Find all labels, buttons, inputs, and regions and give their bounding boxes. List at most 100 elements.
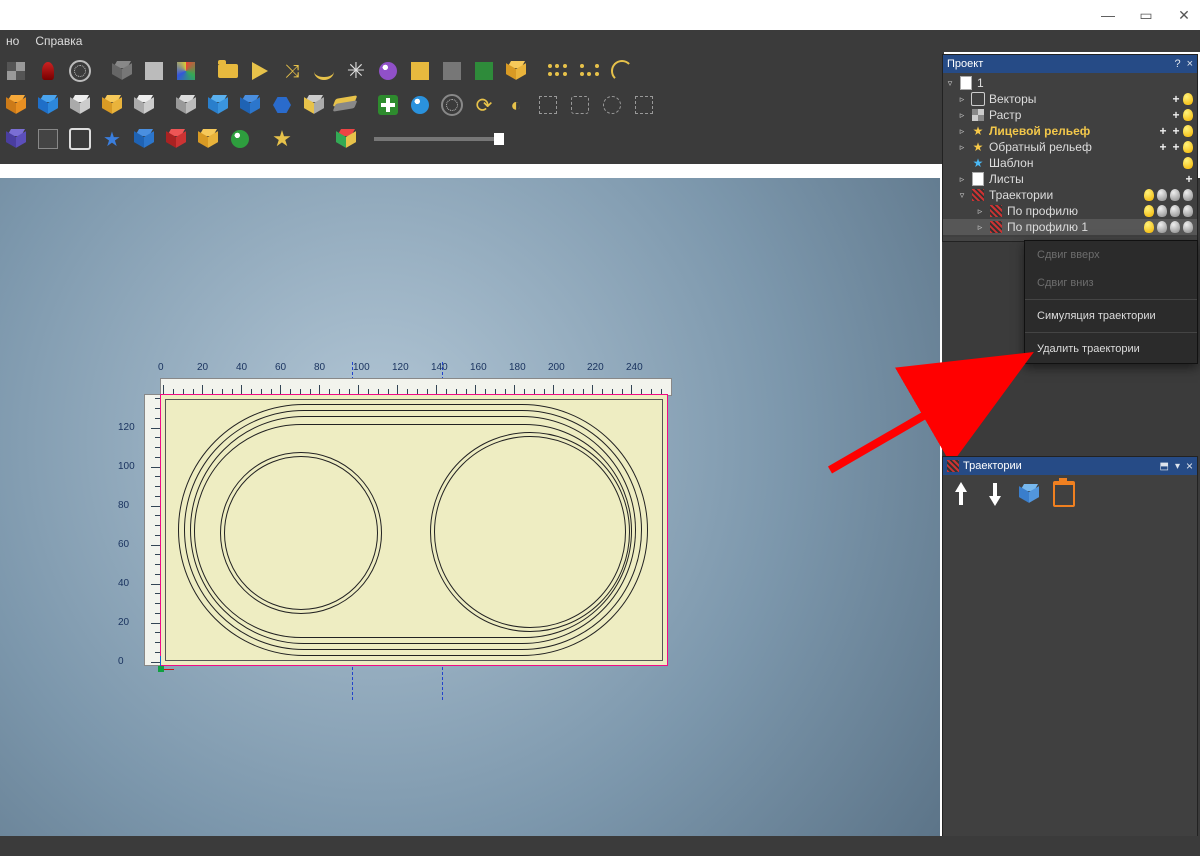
close-icon[interactable]: × — [1186, 459, 1193, 473]
tb-star-blue-icon[interactable]: ★ — [98, 125, 126, 153]
tree-item[interactable]: ▹По профилю 1 — [943, 219, 1197, 235]
tb-dots-2-icon[interactable] — [576, 57, 604, 85]
tree-tail-bulb-icon[interactable] — [1183, 141, 1195, 153]
tb-cube2-icon[interactable] — [34, 91, 62, 119]
menu-item[interactable]: но — [6, 34, 19, 48]
ctx-delete[interactable]: Удалить траектории — [1025, 335, 1197, 363]
tb-cube5-icon[interactable] — [130, 91, 158, 119]
tree-tail-bulb-icon[interactable] — [1183, 157, 1195, 169]
tb-add-icon[interactable] — [374, 91, 402, 119]
tb-burst-icon[interactable]: ✳ — [342, 57, 370, 85]
tree-tail-bulb-icon[interactable] — [1144, 205, 1156, 217]
tb-diamond-icon[interactable] — [502, 57, 530, 85]
tb-folder-icon[interactable] — [214, 57, 242, 85]
tree-item[interactable]: ▹★Обратный рельеф++ — [943, 139, 1197, 155]
move-down-button[interactable] — [985, 482, 1005, 506]
tb-disc-blue-icon[interactable] — [406, 91, 434, 119]
tb-hex-icon[interactable] — [268, 91, 296, 119]
tb-cube7-icon[interactable] — [204, 91, 232, 119]
tree-tail-plus-icon[interactable]: + — [1170, 141, 1182, 153]
tb-sel2-icon[interactable] — [566, 91, 594, 119]
tb-dots-1-icon[interactable] — [544, 57, 572, 85]
tb-cube1-icon[interactable] — [2, 91, 30, 119]
tb-disc-green-icon[interactable] — [226, 125, 254, 153]
help-icon[interactable]: ? — [1174, 58, 1180, 70]
tree-tail-plus-icon[interactable]: + — [1170, 109, 1182, 121]
tree-tail-gray-icon[interactable] — [1183, 205, 1195, 217]
tree-tail-plus-icon[interactable]: + — [1157, 125, 1169, 137]
tree-tail-bulb-icon[interactable] — [1183, 125, 1195, 137]
tb-view3-icon[interactable] — [66, 125, 94, 153]
tb-target-icon[interactable] — [438, 91, 466, 119]
tb-brush-icon[interactable] — [108, 57, 136, 85]
tb-cube8-icon[interactable] — [236, 91, 264, 119]
tb-disc-purple-icon[interactable] — [374, 57, 402, 85]
tb-stack-icon[interactable] — [332, 91, 360, 119]
tb-lights-icon[interactable] — [66, 57, 94, 85]
tree-tail-gray-icon[interactable] — [1183, 221, 1195, 233]
tree-item[interactable]: ▹По профилю — [943, 203, 1197, 219]
tb-color-icon[interactable] — [172, 57, 200, 85]
tree-tail-bulb-icon[interactable] — [1144, 189, 1156, 201]
tree-item[interactable]: ▿Траектории — [943, 187, 1197, 203]
tb-layer-red-icon[interactable] — [162, 125, 190, 153]
tb-grid-icon[interactable] — [2, 57, 30, 85]
tb-sel4-icon[interactable] — [630, 91, 658, 119]
tb-view2-icon[interactable] — [34, 125, 62, 153]
ctx-simulate[interactable]: Симуляция траектории — [1025, 302, 1197, 330]
win-minimize-icon[interactable]: — — [1098, 7, 1118, 23]
tb-play-icon[interactable] — [246, 57, 274, 85]
tree-item[interactable]: ▹Листы+ — [943, 171, 1197, 187]
tree-tail-bulb-icon[interactable] — [1144, 221, 1156, 233]
tb-cube-multi-icon[interactable] — [332, 125, 360, 153]
tb-cube4-icon[interactable] — [98, 91, 126, 119]
tb-tile-green-icon[interactable] — [470, 57, 498, 85]
tb-sel1-icon[interactable] — [534, 91, 562, 119]
tree-tail-gray-icon[interactable] — [1157, 221, 1169, 233]
tree-tail-bulb-icon[interactable] — [1183, 109, 1195, 121]
tb-tri-icon[interactable] — [300, 125, 328, 153]
tb-sparkle-icon[interactable]: ⤨ — [278, 57, 306, 85]
project-panel-header[interactable]: Проект ?× — [943, 55, 1197, 73]
tree-item[interactable]: ▹Векторы+ — [943, 91, 1197, 107]
tb-sel3-icon[interactable] — [598, 91, 626, 119]
win-close-icon[interactable]: ✕ — [1174, 7, 1194, 24]
tb-cube10-icon[interactable] — [300, 91, 328, 119]
tb-layer-gold-icon[interactable] — [194, 125, 222, 153]
tb-lamp-icon[interactable] — [34, 57, 62, 85]
simulate-icon[interactable] — [1019, 484, 1039, 504]
collapse-icon[interactable]: ▾ — [1175, 461, 1180, 472]
tb-layer-blue-icon[interactable] — [130, 125, 158, 153]
tb-tile-icon[interactable] — [406, 57, 434, 85]
tb-view1-icon[interactable] — [2, 125, 30, 153]
tree-tail-plus-icon[interactable]: + — [1183, 173, 1195, 185]
tb-square-icon[interactable] — [140, 57, 168, 85]
tree-tail-plus-icon[interactable]: + — [1157, 141, 1169, 153]
tb-maze-icon[interactable] — [438, 57, 466, 85]
tree-tail-gray-icon[interactable] — [1183, 189, 1195, 201]
tb-cube3-icon[interactable] — [66, 91, 94, 119]
tb-cube6-icon[interactable] — [172, 91, 200, 119]
trajectories-panel-header[interactable]: Траектории ⬒ ▾ × — [943, 457, 1197, 475]
tree-tail-gray-icon[interactable] — [1157, 189, 1169, 201]
tb-dots-3-icon[interactable] — [608, 57, 636, 85]
tb-flip-icon[interactable]: ⟳ — [470, 91, 498, 119]
tree-tail-gray-icon[interactable] — [1170, 221, 1182, 233]
tree-tail-gray-icon[interactable] — [1170, 205, 1182, 217]
zoom-slider[interactable] — [374, 137, 504, 141]
tree-item[interactable]: ▹★Лицевой рельеф++ — [943, 123, 1197, 139]
tree-item[interactable]: ▹Растр+ — [943, 107, 1197, 123]
tree-tail-bulb-icon[interactable] — [1183, 93, 1195, 105]
tb-star-gold-icon[interactable]: ★ — [268, 125, 296, 153]
tree-tail-plus-icon[interactable]: + — [1170, 125, 1182, 137]
trash-icon[interactable] — [1053, 481, 1075, 507]
tb-arc-icon[interactable] — [310, 57, 338, 85]
tree-tail-gray-icon[interactable] — [1170, 189, 1182, 201]
tree-tail-plus-icon[interactable]: + — [1170, 93, 1182, 105]
pin-icon[interactable]: ⬒ — [1160, 461, 1169, 472]
tree-item[interactable]: ★Шаблон — [943, 155, 1197, 171]
tree-tail-gray-icon[interactable] — [1157, 205, 1169, 217]
tree-root[interactable]: ▿1 — [943, 75, 1197, 91]
win-maximize-icon[interactable]: ▭ — [1136, 7, 1156, 24]
tb-cut-icon[interactable]: ◐ — [502, 91, 530, 119]
